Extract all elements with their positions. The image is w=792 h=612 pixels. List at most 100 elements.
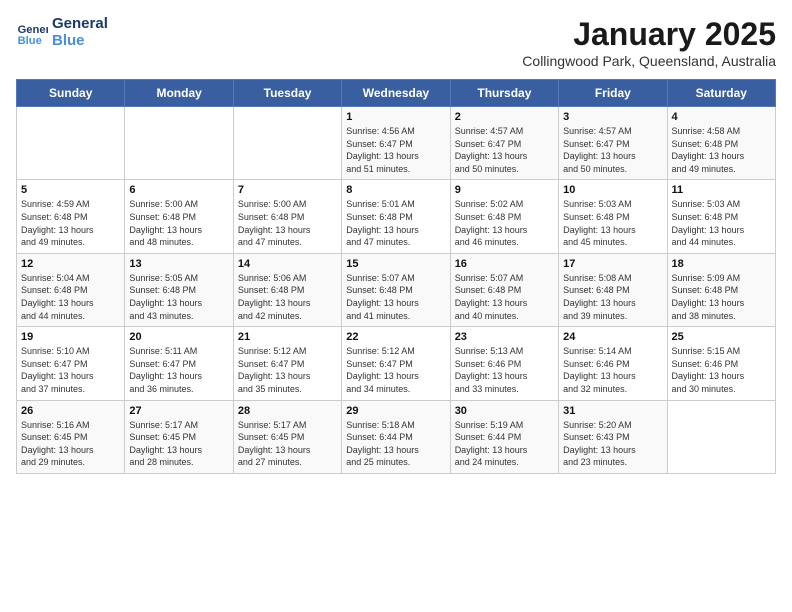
weekday-header: Saturday [667,80,775,107]
logo-line2: Blue [52,32,85,49]
day-number: 1 [346,111,445,123]
day-info: Sunrise: 5:00 AM Sunset: 6:48 PM Dayligh… [238,198,337,248]
month-title: January 2025 [522,16,776,53]
day-number: 31 [563,405,662,417]
calendar-cell: 16Sunrise: 5:07 AM Sunset: 6:48 PM Dayli… [450,253,558,326]
day-number: 9 [455,184,554,196]
day-number: 18 [672,258,771,270]
day-number: 19 [21,331,120,343]
svg-text:Blue: Blue [18,35,42,47]
day-number: 2 [455,111,554,123]
calendar-cell: 19 Sunrise: 5:10 AM Sunset: 6:47 PM Dayli… [17,327,125,400]
weekday-header: Tuesday [233,80,341,107]
day-number: 24 [563,331,662,343]
calendar-cell [17,107,125,180]
day-number: 20 [129,331,228,343]
weekday-header-row: SundayMondayTuesdayWednesdayThursdayFrid… [17,80,776,107]
day-info: Sunrise: 5:15 AM Sunset: 6:46 PM Dayligh… [672,345,771,395]
day-number: 7 [238,184,337,196]
day-number: 13 [129,258,228,270]
calendar-cell: 21 Sunrise: 5:12 AM Sunset: 6:47 PM Dayli… [233,327,341,400]
calendar-cell: 7 Sunrise: 5:00 AM Sunset: 6:48 PM Daylig… [233,180,341,253]
weekday-header: Wednesday [342,80,450,107]
day-number: 23 [455,331,554,343]
calendar-cell: 10Sunrise: 5:03 AM Sunset: 6:48 PM Dayli… [559,180,667,253]
day-number: 8 [346,184,445,196]
day-number: 29 [346,405,445,417]
calendar-cell: 31Sunrise: 5:20 AM Sunset: 6:43 PM Dayli… [559,400,667,473]
logo-icon: General Blue [16,17,48,49]
calendar-cell: 1 Sunrise: 4:56 AM Sunset: 6:47 PM Daylig… [342,107,450,180]
day-info: Sunrise: 5:11 AM Sunset: 6:47 PM Dayligh… [129,345,228,395]
day-info: Sunrise: 5:07 AM Sunset: 6:48 PM Dayligh… [346,272,445,322]
day-number: 30 [455,405,554,417]
day-info: Sunrise: 5:13 AM Sunset: 6:46 PM Dayligh… [455,345,554,395]
day-info: Sunrise: 5:08 AM Sunset: 6:48 PM Dayligh… [563,272,662,322]
calendar-week-row: 26 Sunrise: 5:16 AM Sunset: 6:45 PM Dayli… [17,400,776,473]
calendar-cell: 11 Sunrise: 5:03 AM Sunset: 6:48 PM Dayli… [667,180,775,253]
day-number: 12 [21,258,120,270]
calendar-cell: 28Sunrise: 5:17 AM Sunset: 6:45 PM Dayli… [233,400,341,473]
calendar-cell: 13 Sunrise: 5:05 AM Sunset: 6:48 PM Dayli… [125,253,233,326]
day-info: Sunrise: 5:02 AM Sunset: 6:48 PM Dayligh… [455,198,554,248]
logo-line1: General [52,15,108,32]
day-info: Sunrise: 5:16 AM Sunset: 6:45 PM Dayligh… [21,419,120,469]
calendar-week-row: 12 Sunrise: 5:04 AM Sunset: 6:48 PM Dayli… [17,253,776,326]
day-info: Sunrise: 5:05 AM Sunset: 6:48 PM Dayligh… [129,272,228,322]
day-number: 25 [672,331,771,343]
page-header: General Blue General Blue January 2025 C… [16,16,776,69]
day-number: 10 [563,184,662,196]
calendar-cell: 8 Sunrise: 5:01 AM Sunset: 6:48 PM Daylig… [342,180,450,253]
day-info: Sunrise: 5:03 AM Sunset: 6:48 PM Dayligh… [672,198,771,248]
day-info: Sunrise: 5:01 AM Sunset: 6:48 PM Dayligh… [346,198,445,248]
calendar-cell: 26 Sunrise: 5:16 AM Sunset: 6:45 PM Dayli… [17,400,125,473]
calendar-cell: 17Sunrise: 5:08 AM Sunset: 6:48 PM Dayli… [559,253,667,326]
calendar-cell: 22 Sunrise: 5:12 AM Sunset: 6:47 PM Dayli… [342,327,450,400]
day-info: Sunrise: 5:09 AM Sunset: 6:48 PM Dayligh… [672,272,771,322]
day-number: 4 [672,111,771,123]
calendar-cell [125,107,233,180]
day-info: Sunrise: 4:56 AM Sunset: 6:47 PM Dayligh… [346,125,445,175]
calendar-table: SundayMondayTuesdayWednesdayThursdayFrid… [16,79,776,474]
day-number: 28 [238,405,337,417]
weekday-header: Monday [125,80,233,107]
weekday-header: Sunday [17,80,125,107]
day-info: Sunrise: 5:04 AM Sunset: 6:48 PM Dayligh… [21,272,120,322]
day-number: 22 [346,331,445,343]
day-info: Sunrise: 5:12 AM Sunset: 6:47 PM Dayligh… [238,345,337,395]
day-info: Sunrise: 5:00 AM Sunset: 6:48 PM Dayligh… [129,198,228,248]
logo: General Blue General Blue [16,16,108,49]
calendar-cell: 4Sunrise: 4:58 AM Sunset: 6:48 PM Daylig… [667,107,775,180]
day-info: Sunrise: 5:12 AM Sunset: 6:47 PM Dayligh… [346,345,445,395]
calendar-cell: 3Sunrise: 4:57 AM Sunset: 6:47 PM Daylig… [559,107,667,180]
day-number: 11 [672,184,771,196]
weekday-header: Friday [559,80,667,107]
day-number: 16 [455,258,554,270]
calendar-cell: 5 Sunrise: 4:59 AM Sunset: 6:48 PM Daylig… [17,180,125,253]
day-number: 5 [21,184,120,196]
day-number: 26 [21,405,120,417]
calendar-cell: 27Sunrise: 5:17 AM Sunset: 6:45 PM Dayli… [125,400,233,473]
day-info: Sunrise: 5:10 AM Sunset: 6:47 PM Dayligh… [21,345,120,395]
day-info: Sunrise: 5:06 AM Sunset: 6:48 PM Dayligh… [238,272,337,322]
title-block: January 2025 Collingwood Park, Queenslan… [522,16,776,69]
calendar-cell: 24 Sunrise: 5:14 AM Sunset: 6:46 PM Dayli… [559,327,667,400]
calendar-cell: 20 Sunrise: 5:11 AM Sunset: 6:47 PM Dayli… [125,327,233,400]
calendar-week-row: 1 Sunrise: 4:56 AM Sunset: 6:47 PM Daylig… [17,107,776,180]
day-info: Sunrise: 5:17 AM Sunset: 6:45 PM Dayligh… [129,419,228,469]
day-number: 3 [563,111,662,123]
calendar-cell: 29Sunrise: 5:18 AM Sunset: 6:44 PM Dayli… [342,400,450,473]
calendar-week-row: 5 Sunrise: 4:59 AM Sunset: 6:48 PM Daylig… [17,180,776,253]
day-number: 14 [238,258,337,270]
day-info: Sunrise: 5:14 AM Sunset: 6:46 PM Dayligh… [563,345,662,395]
day-number: 6 [129,184,228,196]
calendar-cell [233,107,341,180]
calendar-cell: 30 Sunrise: 5:19 AM Sunset: 6:44 PM Dayli… [450,400,558,473]
day-info: Sunrise: 4:59 AM Sunset: 6:48 PM Dayligh… [21,198,120,248]
calendar-cell: 25 Sunrise: 5:15 AM Sunset: 6:46 PM Dayli… [667,327,775,400]
calendar-cell: 2Sunrise: 4:57 AM Sunset: 6:47 PM Daylig… [450,107,558,180]
day-info: Sunrise: 5:19 AM Sunset: 6:44 PM Dayligh… [455,419,554,469]
calendar-cell: 12 Sunrise: 5:04 AM Sunset: 6:48 PM Dayli… [17,253,125,326]
day-number: 21 [238,331,337,343]
calendar-cell: 23 Sunrise: 5:13 AM Sunset: 6:46 PM Dayli… [450,327,558,400]
